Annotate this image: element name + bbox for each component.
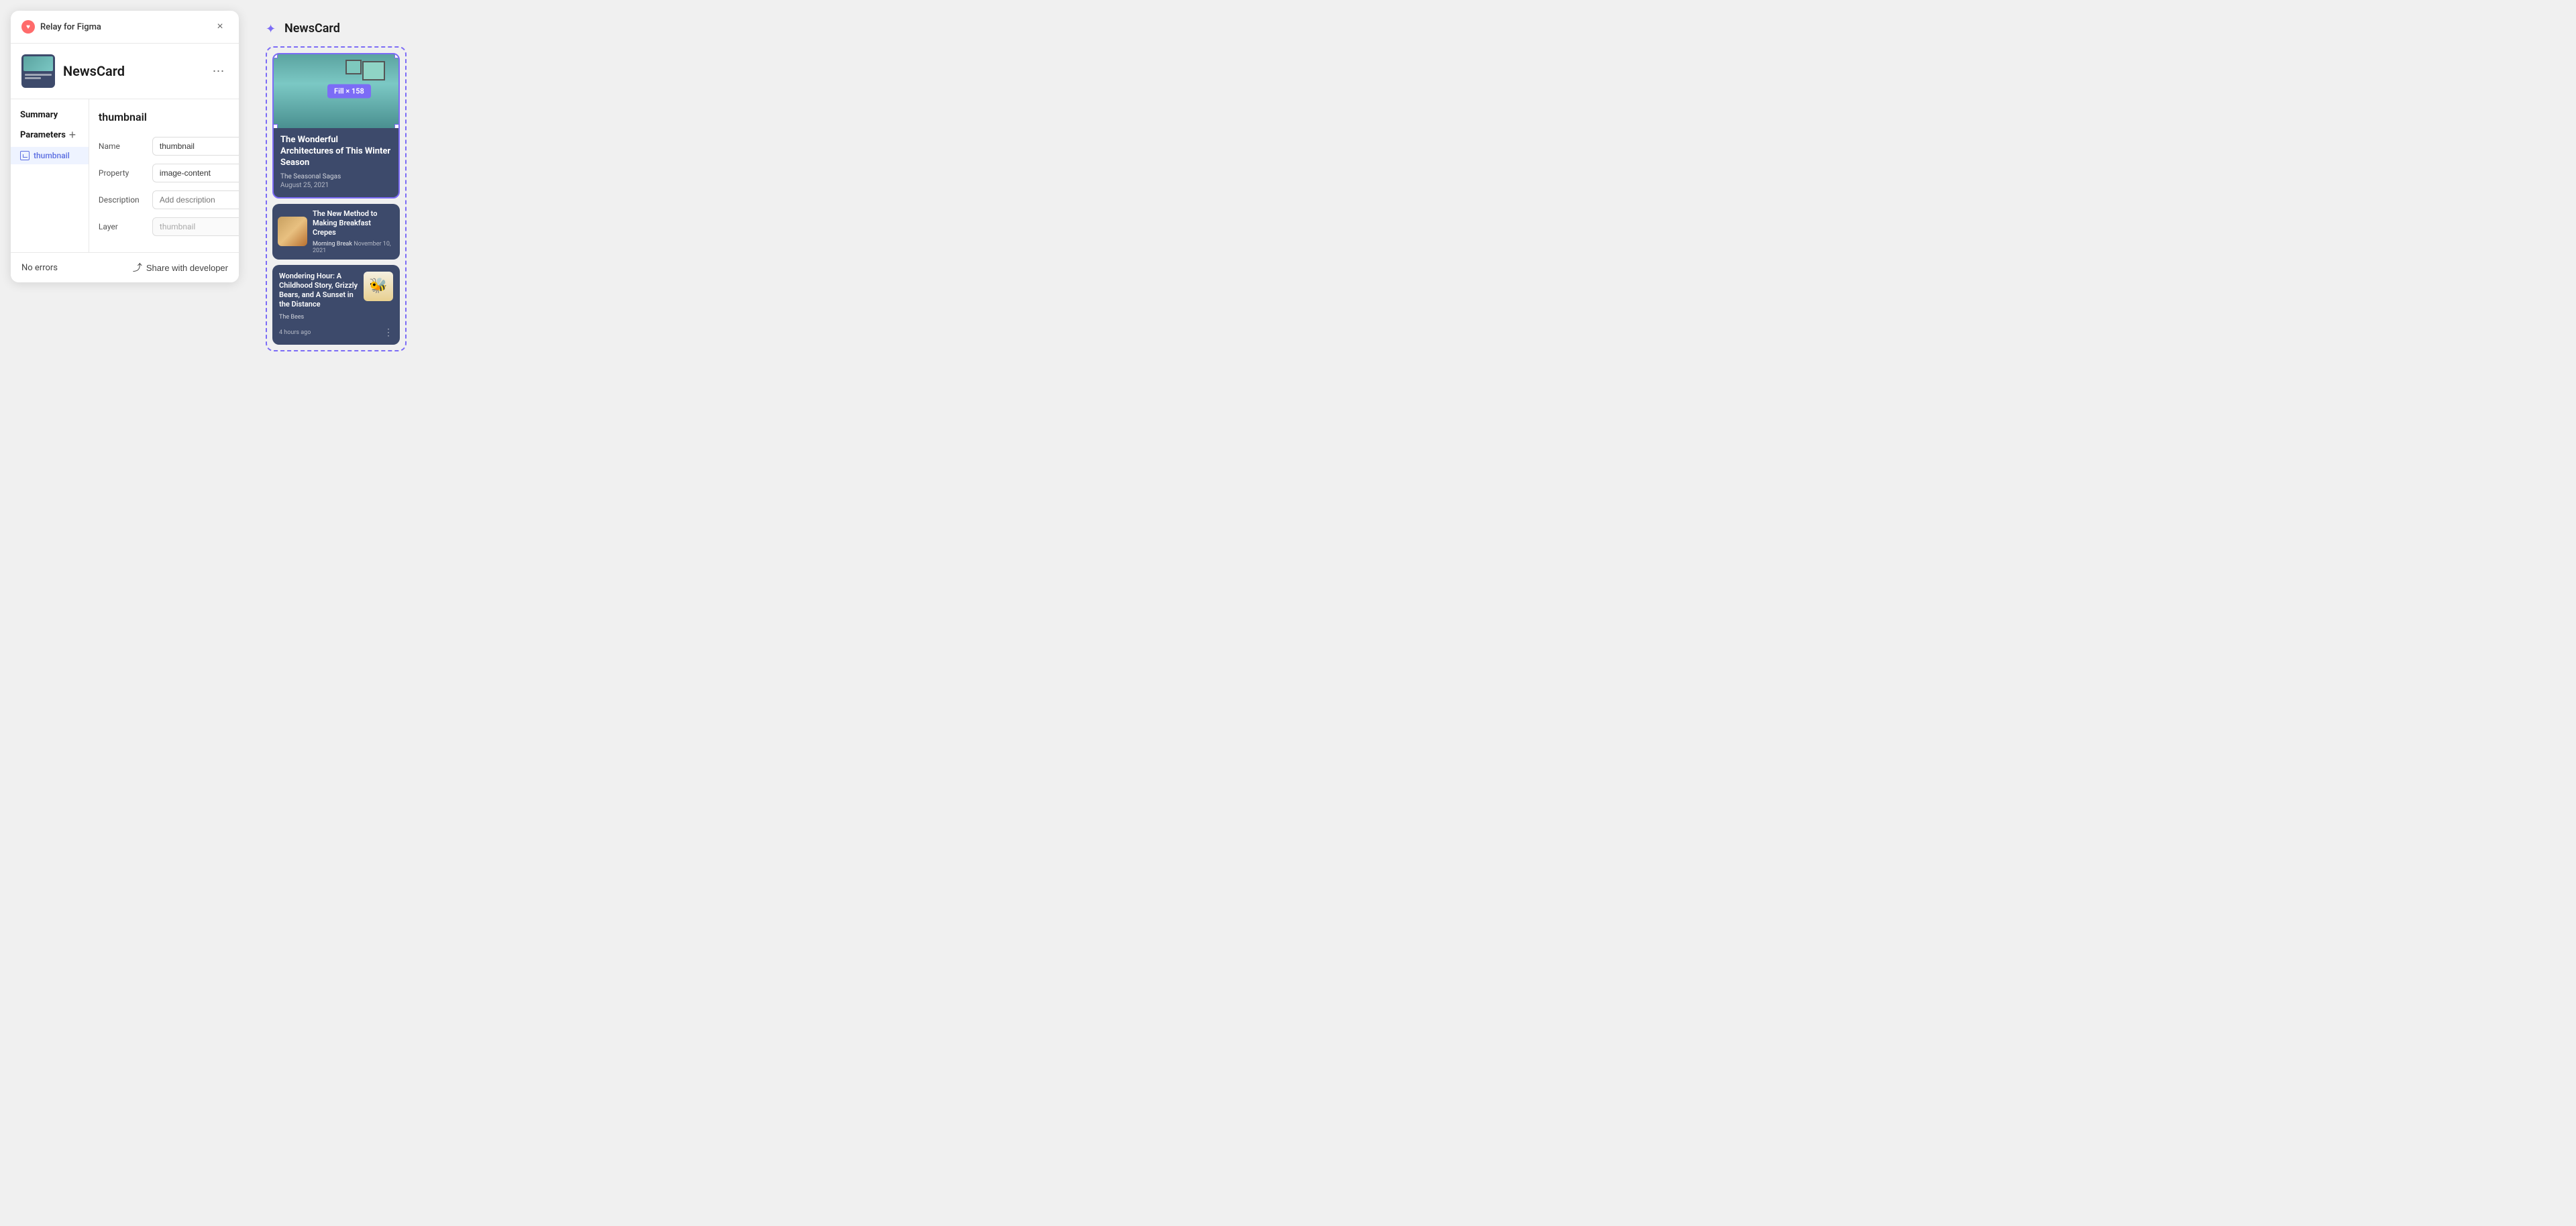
thumb-text-area [23, 72, 53, 80]
property-row: Property image-content ▾ [99, 164, 239, 182]
card-2-meta: Morning Break November 10, 2021 [313, 241, 394, 254]
card-3: Wondering Hour: A Childhood Story, Grizz… [272, 265, 400, 345]
handle-bottom-right [394, 124, 398, 128]
bee-icon: 🐝 [369, 278, 387, 294]
component-thumbnail [21, 54, 55, 88]
param-label: thumbnail [34, 151, 70, 160]
card-3-footer: 4 hours ago ⋮ [279, 327, 393, 338]
parameters-section-row: Parameters + [11, 125, 89, 147]
preview-header: ✦ NewsCard [266, 21, 2555, 36]
add-parameter-button[interactable]: + [66, 128, 79, 142]
left-panel: ♥ Relay for Figma × NewsCard ⋯ Summary P… [11, 11, 239, 282]
thumb-line-2 [25, 77, 41, 79]
handle-top-right [394, 54, 398, 58]
close-button[interactable]: × [212, 19, 228, 35]
description-input[interactable] [152, 190, 239, 209]
name-input[interactable] [152, 137, 239, 156]
property-select[interactable]: image-content [152, 164, 239, 182]
card-3-content: Wondering Hour: A Childhood Story, Grizz… [279, 272, 358, 322]
featured-content: The Wonderful Architectures of This Wint… [274, 128, 398, 197]
card-3-title: Wondering Hour: A Childhood Story, Grizz… [279, 272, 358, 310]
property-select-wrapper: image-content ▾ [152, 164, 239, 182]
card-2: The New Method to Making Breakfast Crepe… [272, 204, 400, 260]
featured-image: Fill × 158 [274, 54, 398, 128]
thumb-line-1 [25, 74, 52, 76]
layer-label: Layer [99, 222, 147, 231]
featured-card: Fill × 158 The Wonderful Architectures o… [272, 53, 400, 199]
panel-body: Summary Parameters + thumbnail thumbnail… [11, 99, 239, 253]
card-3-time: 4 hours ago [279, 329, 311, 336]
detail-header: thumbnail 🗑 [99, 107, 239, 126]
newscard-container: Fill × 158 The Wonderful Architectures o… [266, 46, 407, 351]
card-2-title: The New Method to Making Breakfast Crepe… [313, 209, 394, 238]
name-row: Name [99, 137, 239, 156]
share-label: Share with developer [146, 263, 228, 273]
parameters-label: Parameters [20, 130, 66, 140]
grid-icon: ✦ [266, 22, 279, 36]
card-2-image [278, 217, 307, 246]
layer-row: Layer thumbnail ⊕ [99, 217, 239, 236]
left-column: Summary Parameters + thumbnail [11, 99, 89, 252]
handle-top-left [274, 54, 278, 58]
detail-title: thumbnail [99, 111, 147, 123]
description-row: Description [99, 190, 239, 209]
app-title-group: ♥ Relay for Figma [21, 20, 101, 34]
description-label: Description [99, 195, 147, 205]
component-header: NewsCard ⋯ [11, 44, 239, 99]
featured-source: The Seasonal Sagas [280, 173, 392, 180]
app-header: ♥ Relay for Figma × [11, 11, 239, 44]
property-label: Property [99, 168, 147, 178]
card-2-source: Morning Break [313, 241, 352, 247]
param-image-icon [20, 151, 30, 160]
app-title: Relay for Figma [40, 22, 101, 32]
share-button[interactable]: ⤴ Share with developer [133, 261, 228, 274]
card-2-text: The New Method to Making Breakfast Crepe… [313, 209, 394, 254]
component-header-left: NewsCard [21, 54, 125, 88]
layer-value-row: thumbnail ⊕ [152, 217, 239, 236]
summary-section-title: Summary [11, 107, 89, 125]
thumb-image-area [23, 56, 53, 71]
handle-bottom-left [274, 124, 278, 128]
name-label: Name [99, 142, 147, 151]
panel-footer: No errors ⤴ Share with developer [11, 253, 239, 282]
fill-badge: Fill × 158 [327, 85, 371, 99]
share-icon: ⤴ [133, 261, 142, 274]
relay-logo-icon: ♥ [21, 20, 35, 34]
preview-title: NewsCard [284, 21, 340, 36]
thumbnail-param-item[interactable]: thumbnail [11, 147, 89, 164]
more-options-button[interactable]: ⋯ [209, 62, 228, 80]
card-3-image: 🐝 [364, 272, 393, 301]
layer-value: thumbnail [152, 217, 239, 236]
card-3-more-button[interactable]: ⋮ [384, 327, 393, 338]
component-name: NewsCard [63, 63, 125, 79]
right-column: thumbnail 🗑 Name Property image-content … [89, 99, 239, 252]
preview-area: ✦ NewsCard Fill × 158 The Wonderful Arch… [255, 11, 2565, 362]
featured-date: August 25, 2021 [280, 182, 392, 189]
card-3-inner: Wondering Hour: A Childhood Story, Grizz… [279, 272, 393, 322]
featured-headline: The Wonderful Architectures of This Wint… [280, 135, 392, 169]
no-errors-label: No errors [21, 263, 58, 273]
card-3-source: The Bees [279, 314, 358, 321]
